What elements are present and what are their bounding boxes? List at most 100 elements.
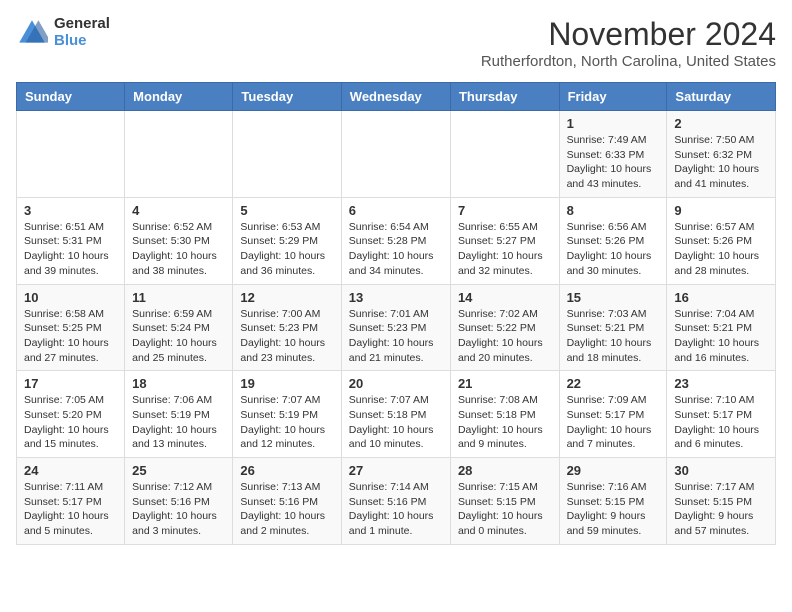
day-number: 29 — [567, 463, 660, 478]
day-number: 26 — [240, 463, 333, 478]
day-info: Sunrise: 7:10 AM Sunset: 5:17 PM Dayligh… — [674, 393, 768, 452]
day-info: Sunrise: 7:17 AM Sunset: 5:15 PM Dayligh… — [674, 480, 768, 539]
day-info: Sunrise: 7:11 AM Sunset: 5:17 PM Dayligh… — [24, 480, 117, 539]
day-info: Sunrise: 7:49 AM Sunset: 6:33 PM Dayligh… — [567, 133, 660, 192]
calendar-cell: 5 Sunrise: 6:53 AM Sunset: 5:29 PM Daylig… — [233, 197, 341, 284]
day-info: Sunrise: 7:00 AM Sunset: 5:23 PM Dayligh… — [240, 307, 333, 366]
day-info: Sunrise: 6:52 AM Sunset: 5:30 PM Dayligh… — [132, 220, 225, 279]
calendar-cell: 28 Sunrise: 7:15 AM Sunset: 5:15 PM Dayli… — [450, 458, 559, 545]
day-info: Sunrise: 7:02 AM Sunset: 5:22 PM Dayligh… — [458, 307, 552, 366]
day-number: 15 — [567, 290, 660, 305]
day-info: Sunrise: 6:58 AM Sunset: 5:25 PM Dayligh… — [24, 307, 117, 366]
day-number: 17 — [24, 376, 117, 391]
calendar-cell: 4 Sunrise: 6:52 AM Sunset: 5:30 PM Daylig… — [125, 197, 233, 284]
day-number: 28 — [458, 463, 552, 478]
day-number: 18 — [132, 376, 225, 391]
calendar-cell: 14 Sunrise: 7:02 AM Sunset: 5:22 PM Dayli… — [450, 284, 559, 371]
weekday-header: Sunday — [17, 83, 125, 111]
logo: General Blue — [16, 16, 110, 49]
location-subtitle: Rutherfordton, North Carolina, United St… — [481, 53, 776, 70]
day-info: Sunrise: 7:01 AM Sunset: 5:23 PM Dayligh… — [349, 307, 443, 366]
day-number: 4 — [132, 203, 225, 218]
calendar-cell — [233, 111, 341, 198]
day-info: Sunrise: 7:14 AM Sunset: 5:16 PM Dayligh… — [349, 480, 443, 539]
weekday-header: Tuesday — [233, 83, 341, 111]
calendar-week-row: 1 Sunrise: 7:49 AM Sunset: 6:33 PM Daylig… — [17, 111, 776, 198]
logo-text: General Blue — [54, 16, 110, 49]
calendar-week-row: 3Sunrise: 6:51 AM Sunset: 5:31 PM Daylig… — [17, 197, 776, 284]
day-number: 8 — [567, 203, 660, 218]
day-info: Sunrise: 7:07 AM Sunset: 5:18 PM Dayligh… — [349, 393, 443, 452]
calendar-cell: 21 Sunrise: 7:08 AM Sunset: 5:18 PM Dayli… — [450, 371, 559, 458]
weekday-header: Monday — [125, 83, 233, 111]
day-info: Sunrise: 6:59 AM Sunset: 5:24 PM Dayligh… — [132, 307, 225, 366]
day-number: 19 — [240, 376, 333, 391]
calendar-week-row: 17 Sunrise: 7:05 AM Sunset: 5:20 PM Dayli… — [17, 371, 776, 458]
calendar-cell: 1 Sunrise: 7:49 AM Sunset: 6:33 PM Daylig… — [559, 111, 667, 198]
calendar-cell: 13 Sunrise: 7:01 AM Sunset: 5:23 PM Dayli… — [341, 284, 450, 371]
day-number: 23 — [674, 376, 768, 391]
day-info: Sunrise: 6:53 AM Sunset: 5:29 PM Dayligh… — [240, 220, 333, 279]
title-block: November 2024 Rutherfordton, North Carol… — [481, 16, 776, 70]
calendar-cell: 24 Sunrise: 7:11 AM Sunset: 5:17 PM Dayli… — [17, 458, 125, 545]
logo-icon — [16, 17, 48, 49]
calendar-week-row: 10 Sunrise: 6:58 AM Sunset: 5:25 PM Dayli… — [17, 284, 776, 371]
day-number: 7 — [458, 203, 552, 218]
logo-blue-label: Blue — [54, 33, 110, 50]
calendar-cell: 26 Sunrise: 7:13 AM Sunset: 5:16 PM Dayli… — [233, 458, 341, 545]
day-info: Sunrise: 7:04 AM Sunset: 5:21 PM Dayligh… — [674, 307, 768, 366]
day-number: 13 — [349, 290, 443, 305]
day-info: Sunrise: 7:08 AM Sunset: 5:18 PM Dayligh… — [458, 393, 552, 452]
day-number: 1 — [567, 116, 660, 131]
day-number: 24 — [24, 463, 117, 478]
calendar-cell: 25 Sunrise: 7:12 AM Sunset: 5:16 PM Dayli… — [125, 458, 233, 545]
calendar-cell: 6Sunrise: 6:54 AM Sunset: 5:28 PM Daylig… — [341, 197, 450, 284]
calendar-cell: 20Sunrise: 7:07 AM Sunset: 5:18 PM Dayli… — [341, 371, 450, 458]
day-number: 30 — [674, 463, 768, 478]
day-number: 9 — [674, 203, 768, 218]
calendar-cell: 7Sunrise: 6:55 AM Sunset: 5:27 PM Daylig… — [450, 197, 559, 284]
calendar-cell: 18Sunrise: 7:06 AM Sunset: 5:19 PM Dayli… — [125, 371, 233, 458]
calendar-cell: 22Sunrise: 7:09 AM Sunset: 5:17 PM Dayli… — [559, 371, 667, 458]
calendar-cell: 23 Sunrise: 7:10 AM Sunset: 5:17 PM Dayli… — [667, 371, 776, 458]
calendar-cell — [450, 111, 559, 198]
day-number: 27 — [349, 463, 443, 478]
day-number: 14 — [458, 290, 552, 305]
calendar-cell: 11 Sunrise: 6:59 AM Sunset: 5:24 PM Dayli… — [125, 284, 233, 371]
day-info: Sunrise: 6:56 AM Sunset: 5:26 PM Dayligh… — [567, 220, 660, 279]
calendar-cell — [17, 111, 125, 198]
day-number: 25 — [132, 463, 225, 478]
day-number: 21 — [458, 376, 552, 391]
calendar-week-row: 24 Sunrise: 7:11 AM Sunset: 5:17 PM Dayli… — [17, 458, 776, 545]
day-info: Sunrise: 7:05 AM Sunset: 5:20 PM Dayligh… — [24, 393, 117, 452]
calendar-cell — [125, 111, 233, 198]
day-number: 16 — [674, 290, 768, 305]
day-info: Sunrise: 7:03 AM Sunset: 5:21 PM Dayligh… — [567, 307, 660, 366]
day-number: 6 — [349, 203, 443, 218]
day-info: Sunrise: 7:12 AM Sunset: 5:16 PM Dayligh… — [132, 480, 225, 539]
day-number: 12 — [240, 290, 333, 305]
day-number: 11 — [132, 290, 225, 305]
calendar-cell: 30 Sunrise: 7:17 AM Sunset: 5:15 PM Dayli… — [667, 458, 776, 545]
day-number: 5 — [240, 203, 333, 218]
calendar-cell: 10 Sunrise: 6:58 AM Sunset: 5:25 PM Dayli… — [17, 284, 125, 371]
calendar-cell: 19 Sunrise: 7:07 AM Sunset: 5:19 PM Dayli… — [233, 371, 341, 458]
day-info: Sunrise: 7:15 AM Sunset: 5:15 PM Dayligh… — [458, 480, 552, 539]
day-info: Sunrise: 7:16 AM Sunset: 5:15 PM Dayligh… — [567, 480, 660, 539]
calendar-cell: 29 Sunrise: 7:16 AM Sunset: 5:15 PM Dayli… — [559, 458, 667, 545]
calendar-cell: 12 Sunrise: 7:00 AM Sunset: 5:23 PM Dayli… — [233, 284, 341, 371]
page-header: General Blue November 2024 Rutherfordton… — [16, 16, 776, 70]
day-number: 10 — [24, 290, 117, 305]
weekday-header: Wednesday — [341, 83, 450, 111]
day-info: Sunrise: 7:13 AM Sunset: 5:16 PM Dayligh… — [240, 480, 333, 539]
calendar-cell: 15 Sunrise: 7:03 AM Sunset: 5:21 PM Dayli… — [559, 284, 667, 371]
day-info: Sunrise: 7:50 AM Sunset: 6:32 PM Dayligh… — [674, 133, 768, 192]
weekday-header: Saturday — [667, 83, 776, 111]
calendar-cell: 17 Sunrise: 7:05 AM Sunset: 5:20 PM Dayli… — [17, 371, 125, 458]
day-info: Sunrise: 7:07 AM Sunset: 5:19 PM Dayligh… — [240, 393, 333, 452]
calendar-cell: 16 Sunrise: 7:04 AM Sunset: 5:21 PM Dayli… — [667, 284, 776, 371]
calendar-cell: 9Sunrise: 6:57 AM Sunset: 5:26 PM Daylig… — [667, 197, 776, 284]
day-info: Sunrise: 7:09 AM Sunset: 5:17 PM Dayligh… — [567, 393, 660, 452]
day-number: 2 — [674, 116, 768, 131]
month-title: November 2024 — [481, 16, 776, 53]
